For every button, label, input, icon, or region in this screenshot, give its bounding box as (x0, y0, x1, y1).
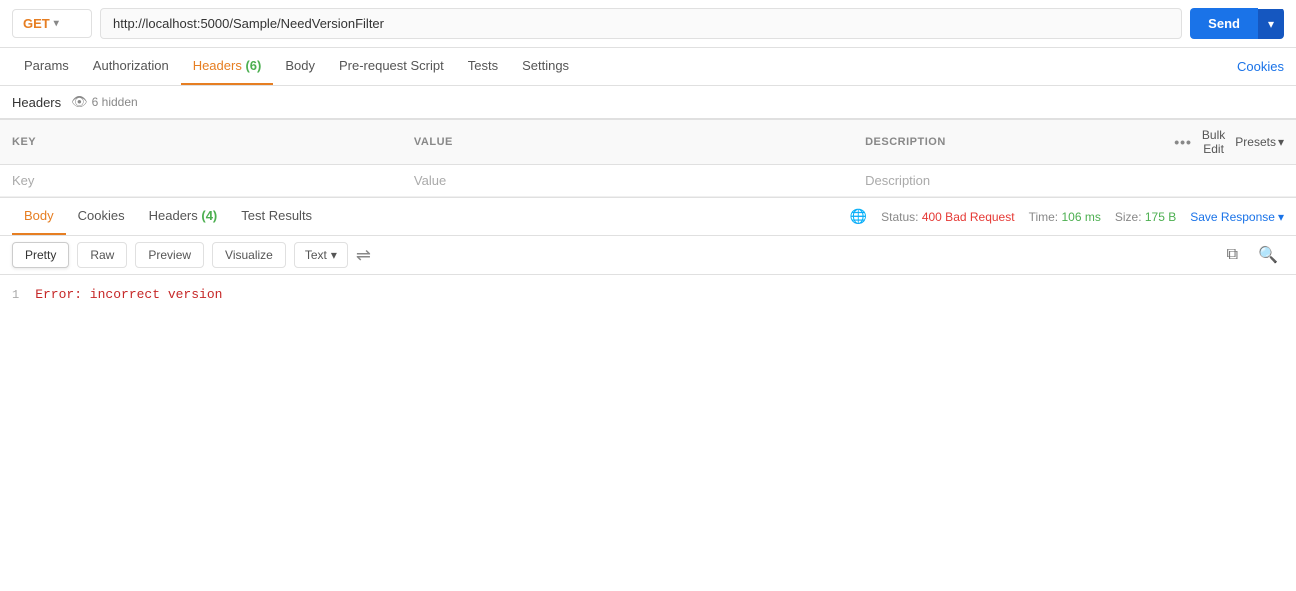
response-status: 🌐 Status: 400 Bad Request Time: 106 ms S… (850, 208, 1284, 225)
response-body-toolbar: Pretty Raw Preview Visualize Text ▾ ⇌ ⧉ … (0, 236, 1296, 275)
headers-badge: (6) (245, 58, 261, 73)
col-actions: ••• Bulk Edit Presets ▾ (1162, 120, 1296, 165)
status-value: 400 Bad Request (922, 210, 1015, 224)
response-tab-test-results[interactable]: Test Results (229, 198, 324, 235)
hidden-count: 6 hidden (92, 95, 138, 109)
send-button[interactable]: Send (1190, 8, 1258, 39)
hidden-headers-badge: 👁 6 hidden (71, 94, 138, 110)
col-key: KEY (0, 120, 402, 165)
response-toolbar-right: ⧉ 🔍 (1221, 243, 1284, 267)
response-toolbar-left: Pretty Raw Preview Visualize Text ▾ ⇌ (12, 242, 371, 268)
text-format-label: Text (305, 248, 327, 262)
format-preview-button[interactable]: Preview (135, 242, 204, 268)
tab-authorization[interactable]: Authorization (81, 48, 181, 85)
tab-params[interactable]: Params (12, 48, 81, 85)
response-tab-body[interactable]: Body (12, 198, 66, 235)
response-tabs-bar: Body Cookies Headers (4) Test Results 🌐 … (0, 198, 1296, 236)
row-action-cell (1162, 165, 1296, 197)
method-chevron-icon: ▾ (54, 18, 59, 29)
size-value: 175 B (1145, 210, 1176, 224)
size-label: Size: 175 B (1115, 210, 1176, 224)
response-tab-headers[interactable]: Headers (4) (137, 198, 230, 235)
response-content: 1 Error: incorrect version (0, 275, 1296, 316)
time-label: Time: 106 ms (1029, 210, 1101, 224)
key-cell[interactable]: Key (0, 165, 402, 197)
send-button-group: Send ▾ (1190, 8, 1284, 39)
globe-icon: 🌐 (850, 208, 867, 225)
format-pretty-button[interactable]: Pretty (12, 242, 69, 268)
table-header-row: KEY VALUE DESCRIPTION ••• Bulk Edit Pres… (0, 120, 1296, 165)
text-format-chevron: ▾ (331, 248, 337, 262)
send-dropdown-button[interactable]: ▾ (1258, 9, 1284, 39)
copy-button[interactable]: ⧉ (1221, 244, 1244, 266)
col-description: DESCRIPTION (853, 120, 1162, 165)
response-panel: Body Cookies Headers (4) Test Results 🌐 … (0, 197, 1296, 316)
col-value: VALUE (402, 120, 853, 165)
request-tabs: Params Authorization Headers (6) Body Pr… (0, 48, 1296, 86)
time-value: 106 ms (1061, 210, 1100, 224)
text-format-dropdown[interactable]: Text ▾ (294, 242, 348, 268)
format-visualize-button[interactable]: Visualize (212, 242, 286, 268)
tab-body[interactable]: Body (273, 48, 327, 85)
headers-table: KEY VALUE DESCRIPTION ••• Bulk Edit Pres… (0, 119, 1296, 197)
response-tabs-left: Body Cookies Headers (4) Test Results (12, 198, 324, 235)
response-tab-cookies[interactable]: Cookies (66, 198, 137, 235)
response-line-1: Error: incorrect version (35, 287, 222, 302)
tab-headers[interactable]: Headers (6) (181, 48, 274, 85)
response-headers-badge: (4) (201, 208, 217, 223)
cookies-link[interactable]: Cookies (1237, 59, 1284, 74)
description-cell[interactable]: Description (853, 165, 1162, 197)
headers-section: Headers 👁 6 hidden (0, 86, 1296, 119)
request-tabs-left: Params Authorization Headers (6) Body Pr… (12, 48, 581, 85)
wrap-lines-icon[interactable]: ⇌ (356, 245, 371, 266)
headers-section-label: Headers (12, 95, 61, 110)
request-panel: KEY VALUE DESCRIPTION ••• Bulk Edit Pres… (0, 119, 1296, 197)
line-number-1: 1 (12, 288, 19, 302)
value-cell[interactable]: Value (402, 165, 853, 197)
tab-tests[interactable]: Tests (456, 48, 510, 85)
table-row: Key Value Description (0, 165, 1296, 197)
top-bar: GET ▾ Send ▾ (0, 0, 1296, 48)
eye-icon: 👁 (71, 94, 88, 110)
url-input[interactable] (100, 8, 1182, 39)
tab-settings[interactable]: Settings (510, 48, 581, 85)
more-options-icon[interactable]: ••• (1174, 134, 1192, 150)
status-label: Status: 400 Bad Request (881, 210, 1014, 224)
bulk-edit-button[interactable]: Bulk Edit (1202, 128, 1225, 156)
method-select[interactable]: GET ▾ (12, 9, 92, 38)
save-response-button[interactable]: Save Response ▾ (1190, 210, 1284, 224)
presets-button[interactable]: Presets ▾ (1235, 135, 1284, 149)
method-label: GET (23, 16, 50, 31)
tab-prerequest[interactable]: Pre-request Script (327, 48, 456, 85)
format-raw-button[interactable]: Raw (77, 242, 127, 268)
search-button[interactable]: 🔍 (1252, 243, 1284, 267)
